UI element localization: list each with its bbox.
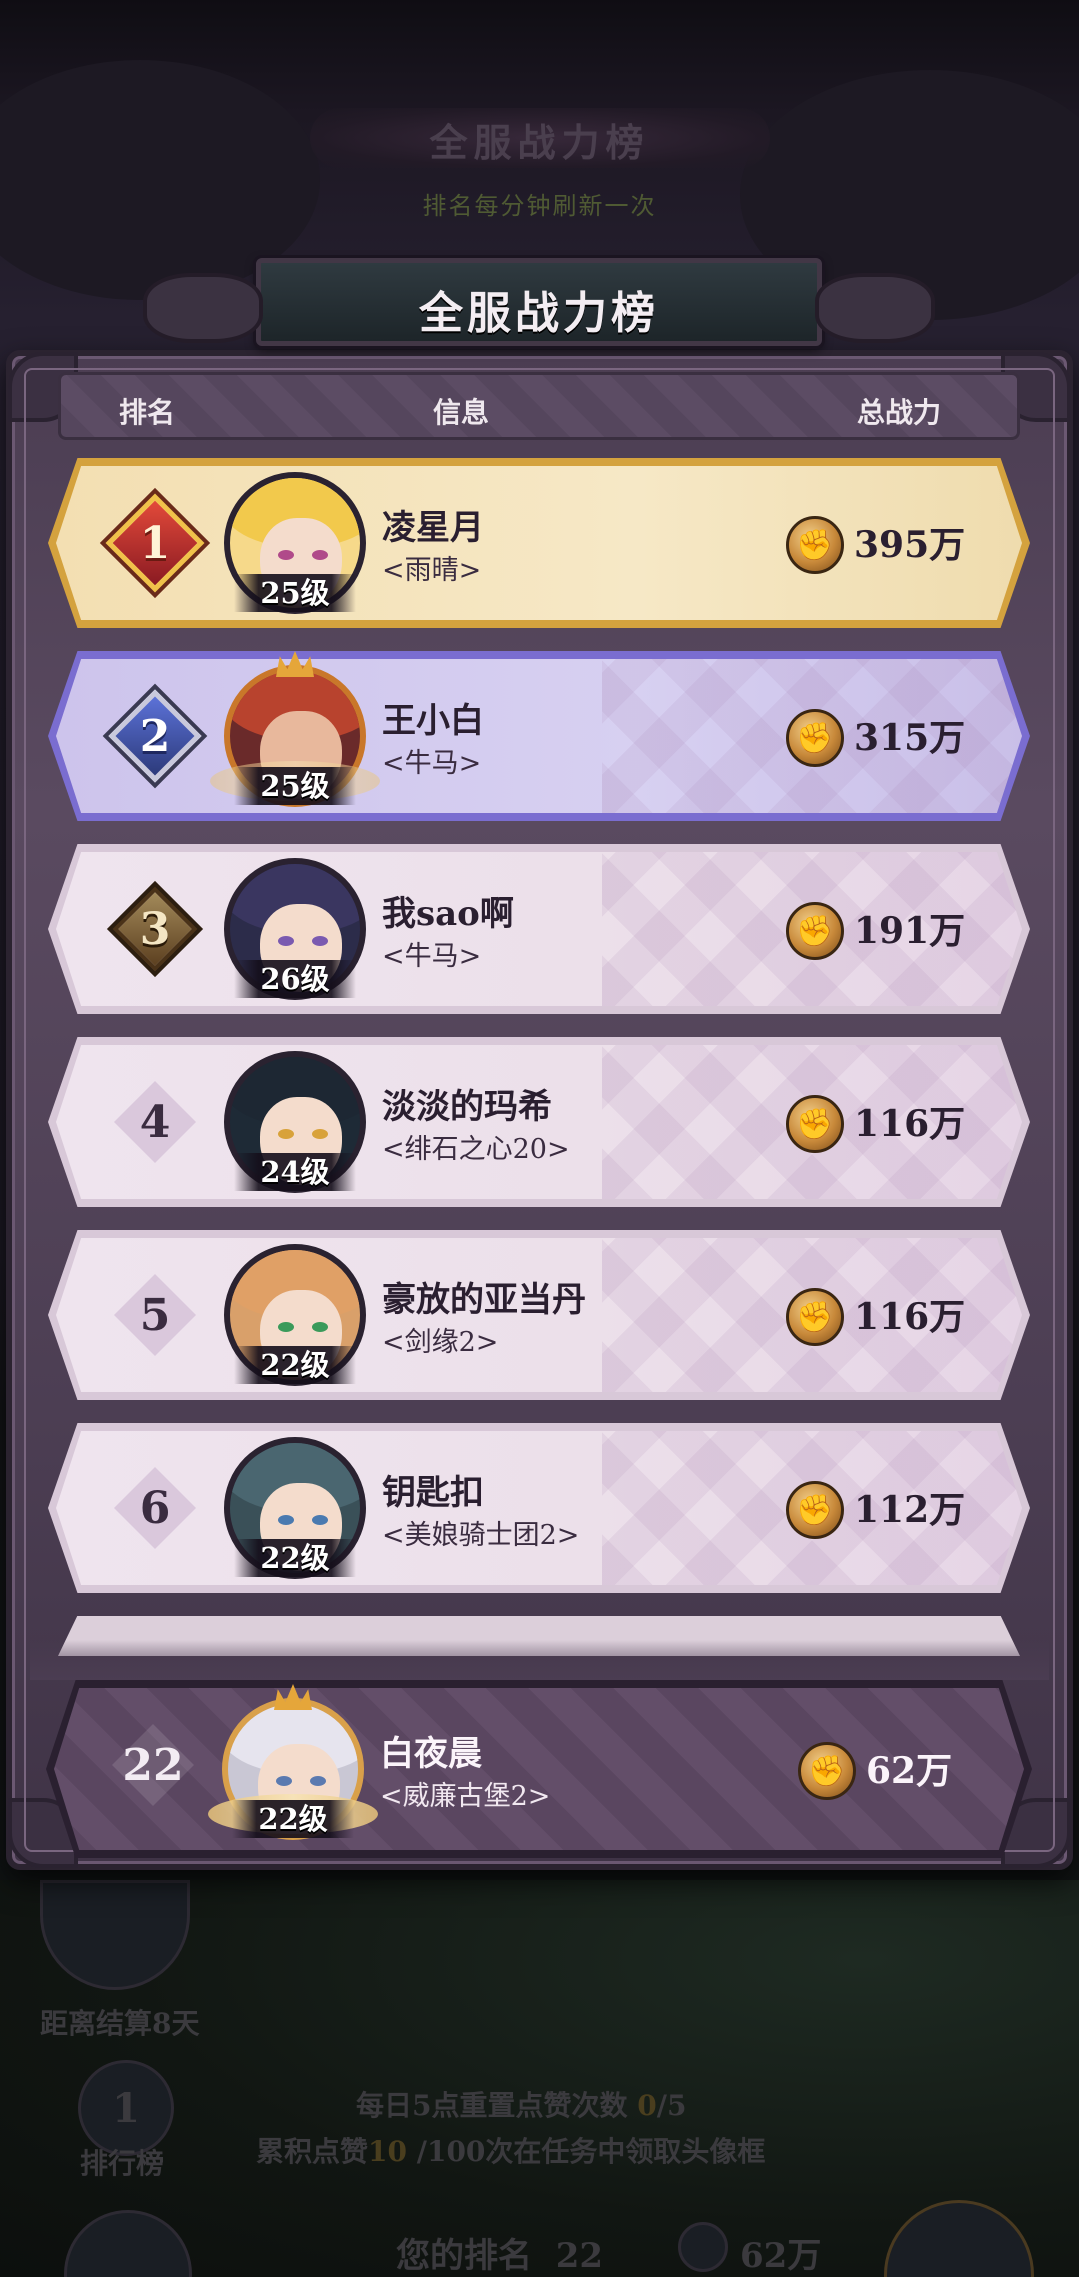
fist-flame-icon: ✊ (786, 516, 844, 574)
daily-like-total: /5 (656, 2089, 687, 2122)
accum-label: 累积点赞 (256, 2135, 369, 2168)
table-row[interactable]: 2 25级 王小白 <牛马> ✊ 315万 (48, 651, 1030, 821)
table-row[interactable]: 1 25级 凌星月 <雨晴> ✊ 395万 (48, 458, 1030, 628)
avatar[interactable]: 22级 (224, 1437, 366, 1579)
daily-like-reset: 每日5点重置点赞次数 0/5 (356, 2084, 686, 2124)
power-value: 62万 (866, 1750, 953, 1792)
eye-shape (278, 550, 294, 560)
avatar[interactable]: 26级 (224, 858, 366, 1000)
game-screen: 全服战力榜 排名每分钟刷新一次 距离结算8天 1 排行榜 每日5点重置点赞次数 … (0, 0, 1079, 2277)
rank-number: 5 (139, 1289, 171, 1341)
crown-icon (276, 651, 314, 677)
rank-number: 3 (139, 903, 171, 955)
daily-like-used: 0 (637, 2089, 657, 2122)
trophy-icon: 1 (112, 2084, 140, 2132)
table-row[interactable]: 4 24级 淡淡的玛希 <绯石之心20> ✊ 116万 (48, 1037, 1030, 1207)
guild-name: <威廉古堡2> (380, 1781, 551, 1812)
eye-shape (312, 550, 328, 560)
my-rank-value: 22 (555, 2236, 604, 2276)
player-name: 淡淡的玛希 (382, 1087, 552, 1127)
eye-shape (312, 1129, 328, 1139)
daily-like-label: 每日5点重置点赞次数 (356, 2089, 638, 2122)
fist-flame-icon: ✊ (786, 902, 844, 960)
eye-shape (278, 1129, 294, 1139)
level-tag: 26级 (234, 960, 356, 998)
avatar[interactable]: 25级 (210, 651, 380, 807)
power-value: 116万 (854, 1296, 966, 1338)
eye-shape (312, 1515, 328, 1525)
fist-flame-icon: ✊ (786, 1288, 844, 1346)
level-tag: 22级 (234, 1539, 356, 1577)
power-value: 315万 (854, 717, 966, 759)
guild-name: <剑缘2> (382, 1327, 499, 1358)
rank-number: 22 (122, 1739, 184, 1791)
eye-shape (310, 1776, 326, 1786)
bg-subtitle: 排名每分钟刷新一次 (422, 192, 657, 220)
eye-shape (312, 936, 328, 946)
avatar[interactable]: 22级 (208, 1684, 378, 1840)
table-row[interactable]: 6 22级 钥匙扣 <美娘骑士团2> ✊ 112万 (48, 1423, 1030, 1593)
player-name: 王小白 (382, 701, 484, 741)
guild-name: <牛马> (382, 748, 482, 779)
settlement-countdown: 距离结算8天 (40, 2007, 200, 2040)
level-tag: 25级 (234, 574, 356, 612)
fist-flame-icon: ✊ (786, 709, 844, 767)
guild-name: <美娘骑士团2> (382, 1520, 580, 1551)
power-value: 116万 (854, 1103, 966, 1145)
rank-number: 2 (139, 710, 171, 762)
guild-name: <牛马> (382, 941, 482, 972)
accumulated-likes: 累积点赞10 /100次在任务中领取头像框 (256, 2130, 765, 2170)
level-tag: 22级 (234, 1346, 356, 1384)
level-tag: 24级 (234, 1153, 356, 1191)
my-rank-row[interactable]: 22 22级 白夜晨 <威廉古堡2> ✊ 62万 (46, 1680, 1032, 1858)
avatar[interactable]: 22级 (224, 1244, 366, 1386)
table-header: 排名 信息 总战力 (58, 372, 1020, 440)
eye-shape (276, 1776, 292, 1786)
list-fade (30, 1640, 1049, 1680)
header-power: 总战力 (857, 396, 942, 429)
player-name: 白夜晨 (380, 1734, 482, 1774)
avatar[interactable]: 24级 (224, 1051, 366, 1193)
power-value: 395万 (854, 524, 966, 566)
player-name: 豪放的亚当丹 (382, 1280, 586, 1320)
crown-icon (274, 1684, 312, 1710)
header-info: 信息 (433, 396, 490, 429)
title-plate: 全服战力榜 (143, 258, 935, 346)
fist-flame-icon: ✊ (798, 1742, 856, 1800)
guild-name: <雨晴> (382, 555, 482, 586)
power-value: 191万 (854, 910, 966, 952)
leaderboard-label: 排行榜 (80, 2147, 165, 2180)
power-icon (678, 2222, 728, 2272)
player-name: 凌星月 (382, 508, 484, 548)
power-value: 112万 (854, 1489, 966, 1531)
right-wing-ornament (815, 273, 935, 343)
rank-number: 6 (139, 1482, 171, 1534)
header-rank: 排名 (119, 396, 176, 429)
accum-count: 10 (368, 2135, 407, 2168)
my-rank-summary: 您的排名 22 (396, 2228, 603, 2277)
eye-shape (278, 1322, 294, 1332)
table-row[interactable]: 3 26级 我sao啊 <牛马> ✊ 191万 (48, 844, 1030, 1014)
my-power-summary: 62万 (740, 2236, 822, 2276)
accum-suffix: /100次在任务中领取头像框 (406, 2135, 766, 2168)
rank-number: 1 (139, 517, 171, 569)
avatar[interactable]: 25级 (224, 472, 366, 614)
player-name: 我sao啊 (382, 894, 514, 934)
guild-name: <绯石之心20> (382, 1134, 570, 1165)
eye-shape (312, 1322, 328, 1332)
bg-title: 全服战力榜 (429, 120, 650, 165)
left-wing-ornament (143, 273, 263, 343)
my-rank-label: 您的排名 (396, 2236, 532, 2276)
eye-shape (278, 1515, 294, 1525)
fist-flame-icon: ✊ (786, 1095, 844, 1153)
level-tag: 25级 (234, 767, 356, 805)
eye-shape (278, 936, 294, 946)
player-name: 钥匙扣 (382, 1473, 484, 1513)
table-row[interactable]: 5 22级 豪放的亚当丹 <剑缘2> ✊ 116万 (48, 1230, 1030, 1400)
rank-number: 4 (139, 1096, 171, 1148)
level-tag: 22级 (232, 1800, 354, 1838)
fist-flame-icon: ✊ (786, 1481, 844, 1539)
page-title: 全服战力榜 (419, 288, 659, 339)
